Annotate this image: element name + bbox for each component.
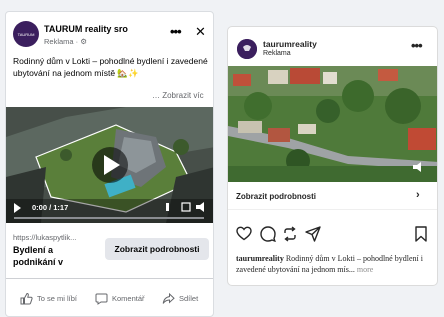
fb-cta-button[interactable]: Zobrazit podrobnosti: [105, 238, 209, 260]
ig-caption-more-link[interactable]: more: [355, 265, 373, 274]
fb-see-more-link[interactable]: … Zobrazit víc: [152, 91, 204, 100]
fb-action-bar: To se mi líbí Komentář Sdílet: [6, 278, 213, 316]
fb-link-title[interactable]: Bydlení a podnikání v: [13, 244, 93, 268]
fb-like-button[interactable]: To se mi líbí: [20, 292, 77, 305]
fb-comment-label: Komentář: [112, 294, 145, 303]
fb-more-options-icon[interactable]: •••: [170, 24, 182, 39]
fb-video-player[interactable]: 0:00 / 1:17: [6, 107, 213, 223]
fb-sponsored-label: Reklama · ⚙: [44, 37, 87, 46]
ig-more-options-icon[interactable]: •••: [411, 38, 423, 53]
chevron-right-icon: ›: [416, 189, 420, 201]
ig-profile-avatar[interactable]: [237, 39, 257, 59]
fb-share-label: Sdílet: [179, 294, 199, 303]
ig-sponsored-label: Reklama: [263, 50, 291, 57]
fb-post-header: TAURUM TAURUM reality sro Reklama · ⚙ ••…: [6, 12, 213, 52]
fb-post-text: Rodinný dům v Lokti – pohodlné bydlení i…: [13, 56, 208, 78]
repost-icon[interactable]: [282, 226, 298, 242]
ig-caption: taurumreality Rodinný dům v Lokti – poho…: [236, 253, 436, 275]
heart-icon[interactable]: [236, 226, 252, 241]
comment-icon[interactable]: [260, 226, 276, 242]
facebook-ad-card: TAURUM TAURUM reality sro Reklama · ⚙ ••…: [5, 11, 214, 317]
send-icon[interactable]: [305, 226, 321, 242]
ig-action-bar: [228, 223, 437, 245]
fb-video-time: 0:00 / 1:17: [32, 203, 69, 212]
ig-cta-label: Zobrazit podrobnosti: [236, 192, 316, 201]
ig-caption-username[interactable]: taurumreality: [236, 254, 284, 263]
fb-link-url[interactable]: https://lukaspytlik...: [13, 233, 76, 242]
share-icon: [162, 292, 175, 304]
ig-cta-row[interactable]: Zobrazit podrobnosti ›: [228, 183, 437, 210]
thumbs-up-icon: [20, 292, 33, 305]
ig-video-player[interactable]: [228, 66, 437, 182]
fb-page-avatar[interactable]: TAURUM: [13, 21, 39, 47]
fb-page-name[interactable]: TAURUM reality sro: [44, 24, 128, 34]
fb-like-label: To se mi líbí: [37, 294, 78, 303]
fb-close-icon[interactable]: ✕: [195, 24, 206, 40]
bookmark-icon[interactable]: [414, 226, 428, 242]
fb-avatar-logo-text: TAURUM: [17, 31, 35, 37]
ig-username[interactable]: taurumreality: [263, 39, 317, 49]
ig-video-frame-aerial-town: [228, 66, 437, 182]
fb-share-button[interactable]: Sdílet: [162, 292, 198, 305]
fb-comment-button[interactable]: Komentář: [95, 292, 145, 305]
comment-icon: [95, 293, 108, 305]
instagram-ad-card: taurumreality Reklama ••• Zobrazit podro…: [227, 26, 438, 286]
ig-taurum-logo: [237, 39, 257, 59]
